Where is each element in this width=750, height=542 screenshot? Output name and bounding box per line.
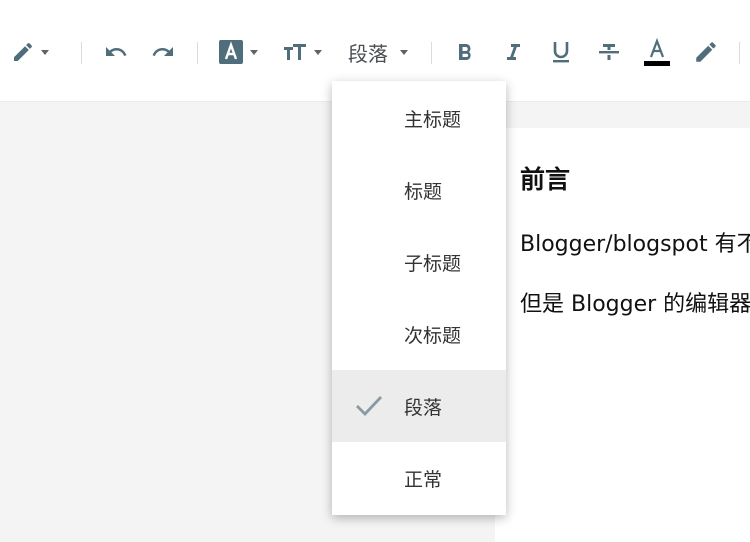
document-paragraph: 但是 Blogger 的编辑器 bbox=[520, 292, 750, 317]
bold-button[interactable] bbox=[448, 34, 482, 70]
strikethrough-icon bbox=[599, 44, 619, 60]
highlight-icon bbox=[696, 42, 716, 62]
undo-button[interactable] bbox=[98, 34, 134, 70]
menu-item-label: 段落 bbox=[404, 396, 443, 419]
italic-button[interactable] bbox=[496, 34, 530, 70]
chevron-down-icon bbox=[400, 49, 408, 55]
paragraph-format-select[interactable]: 段落 bbox=[340, 34, 416, 70]
strikethrough-button[interactable] bbox=[592, 34, 626, 70]
toolbar-divider bbox=[81, 42, 82, 64]
document-paragraph: Blogger/blogspot 有不 bbox=[520, 232, 750, 257]
text-color-icon bbox=[644, 37, 670, 66]
document-heading: 前言 bbox=[520, 165, 571, 194]
toolbar-divider bbox=[739, 42, 740, 64]
pen-tool-button[interactable] bbox=[6, 34, 54, 70]
menu-item-label: 次标题 bbox=[404, 324, 462, 347]
font-size-icon bbox=[284, 44, 306, 60]
document-editor[interactable]: 前言 Blogger/blogspot 有不 但是 Blogger 的编辑器 bbox=[495, 128, 750, 542]
menu-item-subtitle[interactable]: 子标题 bbox=[332, 226, 506, 298]
pen-icon bbox=[14, 42, 33, 61]
menu-item-main-title[interactable]: 主标题 bbox=[332, 82, 506, 154]
chevron-down-icon bbox=[314, 49, 322, 55]
redo-button[interactable] bbox=[145, 34, 181, 70]
check-icon bbox=[356, 396, 383, 417]
undo-icon bbox=[106, 47, 127, 56]
paragraph-format-label: 段落 bbox=[348, 41, 388, 66]
highlight-button[interactable] bbox=[688, 34, 724, 70]
underline-button[interactable] bbox=[544, 34, 578, 70]
menu-item-label: 标题 bbox=[404, 180, 443, 203]
underline-icon bbox=[553, 42, 569, 63]
chevron-down-icon bbox=[41, 49, 49, 55]
menu-item-label: 子标题 bbox=[404, 252, 462, 275]
text-style-icon bbox=[219, 40, 243, 64]
paragraph-format-menu: 主标题 标题 子标题 次标题 段落 正常 bbox=[332, 81, 506, 515]
chevron-down-icon bbox=[250, 49, 258, 55]
menu-item-normal[interactable]: 正常 bbox=[332, 442, 506, 514]
menu-item-label: 正常 bbox=[404, 468, 443, 491]
font-size-button[interactable] bbox=[278, 34, 326, 70]
menu-item-paragraph[interactable]: 段落 bbox=[332, 370, 506, 442]
redo-icon bbox=[152, 47, 173, 56]
menu-item-title[interactable]: 标题 bbox=[332, 154, 506, 226]
text-style-button[interactable] bbox=[214, 34, 262, 70]
text-color-button[interactable] bbox=[640, 34, 674, 70]
menu-item-label: 主标题 bbox=[404, 108, 462, 131]
menu-item-minor-title[interactable]: 次标题 bbox=[332, 298, 506, 370]
bold-icon bbox=[459, 44, 471, 60]
toolbar-divider bbox=[197, 42, 198, 64]
italic-icon bbox=[507, 44, 520, 60]
toolbar-divider bbox=[431, 42, 432, 64]
